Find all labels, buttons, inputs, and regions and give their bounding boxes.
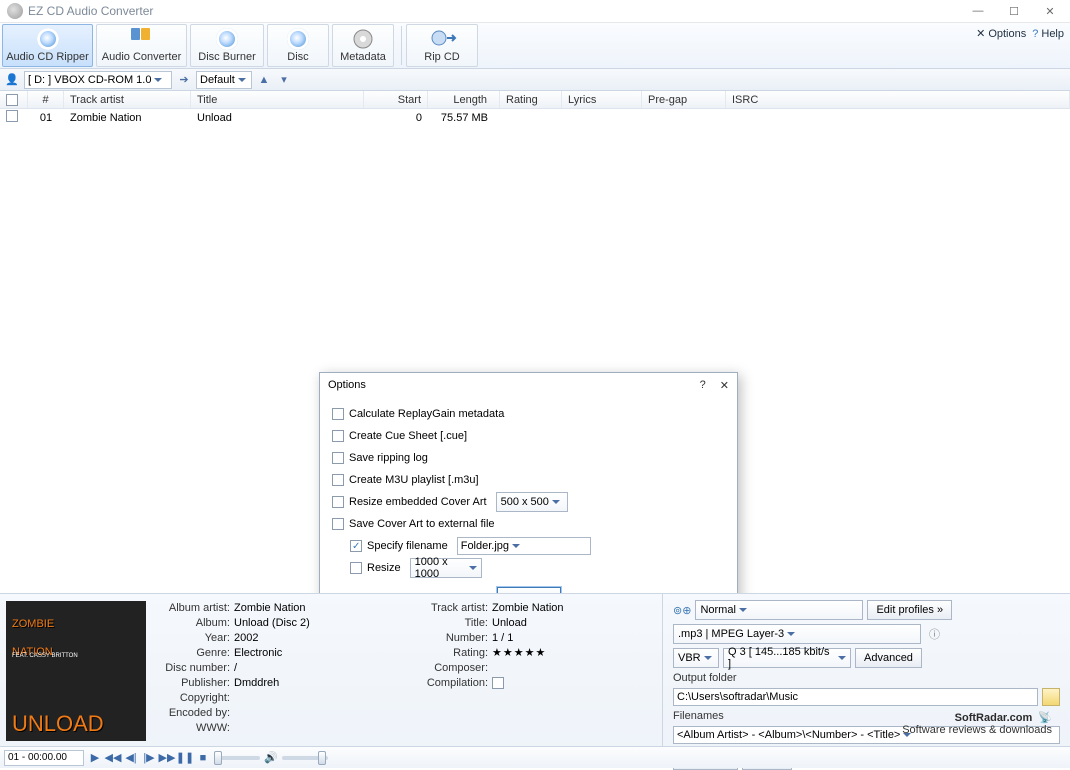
col-num[interactable]: #: [28, 91, 64, 108]
dialog-title: Options: [328, 379, 366, 391]
user-icon[interactable]: 👤: [4, 72, 20, 88]
bottom-panel: ZOMBIENATION FEAT. CASSY BRITTON UNLOAD …: [0, 593, 1070, 768]
rating-stars[interactable]: ★★★★★: [492, 646, 546, 659]
disc-icon: [287, 28, 309, 50]
col-artist[interactable]: Track artist: [64, 91, 191, 108]
album-cover[interactable]: ZOMBIENATION FEAT. CASSY BRITTON UNLOAD: [6, 601, 146, 741]
cover-size-select[interactable]: 500 x 500: [496, 492, 568, 512]
maximize-button[interactable]: ☐: [996, 1, 1032, 21]
drive-select[interactable]: [ D: ] VBOX CD-ROM 1.0: [24, 71, 172, 89]
arrow-right-icon[interactable]: ➔: [176, 72, 192, 88]
track-meta: Track artist:Zombie Nation Title:Unload …: [402, 594, 662, 768]
compilation-checkbox[interactable]: [492, 677, 504, 689]
col-pregap[interactable]: Pre-gap: [642, 91, 726, 108]
quality-select[interactable]: Q 3 [ 145...185 kbit/s ]: [723, 648, 851, 668]
window-controls: — ☐ ✕: [960, 1, 1068, 21]
specify-filename-checkbox[interactable]: [350, 540, 362, 552]
next-button[interactable]: ▶▶: [160, 751, 174, 765]
volume-slider[interactable]: [282, 756, 328, 760]
close-button[interactable]: ✕: [1032, 1, 1068, 21]
play-button[interactable]: ▶: [88, 751, 102, 765]
options-link[interactable]: ✕Options: [976, 27, 1026, 40]
gear-icon: ✕: [976, 27, 985, 40]
resize-ext-checkbox[interactable]: [350, 562, 362, 574]
dialog-titlebar: Options ? ✕: [320, 373, 737, 397]
seek-slider[interactable]: [214, 756, 260, 760]
edit-profiles-button[interactable]: Edit profiles »: [867, 600, 952, 620]
tool-disc[interactable]: Disc: [267, 24, 329, 67]
profile-select[interactable]: Normal: [695, 600, 863, 620]
output-folder-field[interactable]: C:\Users\softradar\Music: [673, 688, 1038, 706]
row-checkbox[interactable]: [6, 110, 18, 122]
col-length[interactable]: Length: [428, 91, 500, 108]
advanced-button[interactable]: Advanced: [855, 648, 922, 668]
filename-combo[interactable]: Folder.jpg: [457, 537, 591, 555]
col-isrc[interactable]: ISRC: [726, 91, 1070, 108]
time-display: 01 - 00:00.00: [4, 750, 84, 766]
rip-icon: [431, 28, 453, 50]
format-select[interactable]: .mp3 | MPEG Layer-3: [673, 624, 921, 644]
convert-icon: [131, 28, 153, 50]
filenames-field[interactable]: <Album Artist> - <Album>\<Number> - <Tit…: [673, 726, 1060, 744]
rewind-button[interactable]: ◀|: [124, 751, 138, 765]
stop-button[interactable]: ■: [196, 751, 210, 765]
tray-icon[interactable]: ▾: [276, 72, 292, 88]
disc-icon: [216, 28, 238, 50]
volume-icon[interactable]: 🔊: [264, 751, 278, 765]
tool-metadata[interactable]: Metadata: [332, 24, 394, 67]
drive-bar: 👤 [ D: ] VBOX CD-ROM 1.0 ➔ Default ▲ ▾: [0, 69, 1070, 91]
col-title[interactable]: Title: [191, 91, 364, 108]
mode-select[interactable]: VBR: [673, 648, 719, 668]
save-cover-ext-checkbox[interactable]: [332, 518, 344, 530]
disc-icon: [37, 28, 59, 50]
dialog-close-button[interactable]: ✕: [720, 379, 729, 392]
pause-button[interactable]: ❚❚: [178, 751, 192, 765]
options-dialog: Options ? ✕ Calculate ReplayGain metadat…: [319, 372, 738, 620]
select-all-checkbox[interactable]: [6, 94, 18, 106]
tool-audio-converter[interactable]: Audio Converter: [96, 24, 187, 67]
browse-folder-button[interactable]: [1042, 688, 1060, 706]
tool-rip-cd[interactable]: Rip CD: [406, 24, 478, 67]
titlebar: EZ CD Audio Converter — ☐ ✕: [0, 0, 1070, 23]
col-rating[interactable]: Rating: [500, 91, 562, 108]
tool-audio-cd-ripper[interactable]: Audio CD Ripper: [2, 24, 93, 67]
forward-button[interactable]: |▶: [142, 751, 156, 765]
dialog-help-button[interactable]: ?: [700, 379, 706, 392]
app-icon: [7, 3, 23, 19]
metadata-icon: [352, 28, 374, 50]
player-bar: 01 - 00:00.00 ▶ ◀◀ ◀| |▶ ▶▶ ❚❚ ■ 🔊: [0, 746, 1070, 768]
table-row[interactable]: 01 Zombie Nation Unload 0 75.57 MB: [0, 109, 1070, 126]
filenames-label: Filenames: [673, 710, 1060, 722]
tool-disc-burner[interactable]: Disc Burner: [190, 24, 264, 67]
cuesheet-checkbox[interactable]: [332, 430, 344, 442]
ext-size-select[interactable]: 1000 x 1000: [410, 558, 482, 578]
replaygain-checkbox[interactable]: [332, 408, 344, 420]
minimize-button[interactable]: —: [960, 1, 996, 21]
riplog-checkbox[interactable]: [332, 452, 344, 464]
m3u-checkbox[interactable]: [332, 474, 344, 486]
info-icon[interactable]: ⓘ: [929, 626, 940, 642]
preset-select[interactable]: Default: [196, 71, 252, 89]
col-start[interactable]: Start: [364, 91, 428, 108]
app-title: EZ CD Audio Converter: [28, 4, 153, 18]
help-icon: ?: [1032, 28, 1038, 40]
track-list: 01 Zombie Nation Unload 0 75.57 MB Optio…: [0, 109, 1070, 594]
eject-icon[interactable]: ▲: [256, 72, 272, 88]
col-lyrics[interactable]: Lyrics: [562, 91, 642, 108]
resize-cover-checkbox[interactable]: [332, 496, 344, 508]
output-folder-label: Output folder: [673, 672, 1060, 684]
profile-icon: ⊚⊕: [673, 604, 691, 617]
help-link[interactable]: ?Help: [1032, 28, 1064, 40]
album-meta: Album artist:Zombie Nation Album:Unload …: [152, 594, 402, 768]
encoder-panel: ⊚⊕ NormalEdit profiles » .mp3 | MPEG Laye…: [662, 594, 1070, 768]
main-toolbar: Audio CD Ripper Audio Converter Disc Bur…: [0, 23, 1070, 69]
prev-button[interactable]: ◀◀: [106, 751, 120, 765]
track-grid-header: # Track artist Title Start Length Rating…: [0, 91, 1070, 109]
